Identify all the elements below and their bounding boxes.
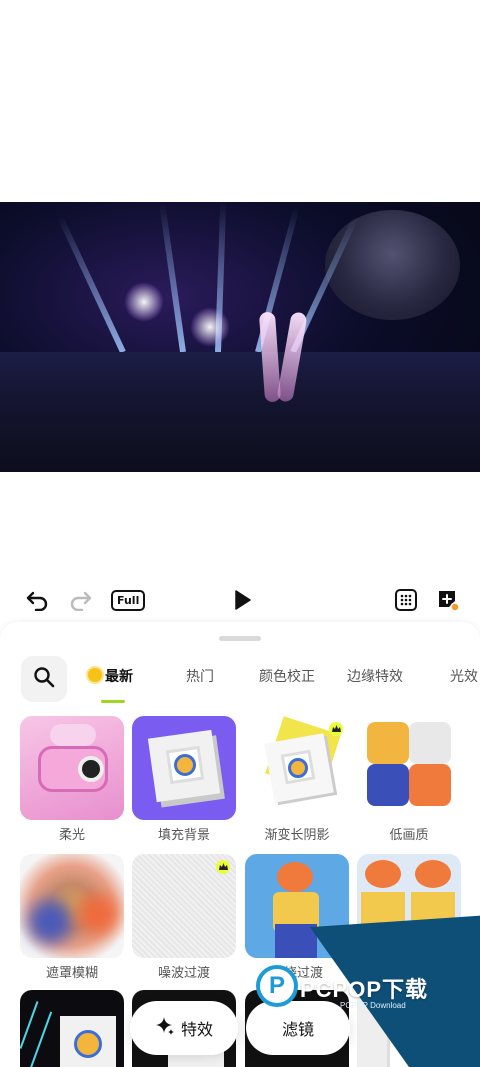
- light-glow: [124, 282, 164, 322]
- sparkle-icon: [155, 1016, 175, 1040]
- panel-drag-handle[interactable]: [219, 636, 261, 641]
- effect-thumbnail: [20, 854, 124, 958]
- filter-tab-button[interactable]: 滤镜: [246, 1001, 350, 1055]
- search-button[interactable]: [21, 656, 67, 702]
- light-beam: [159, 203, 186, 353]
- effect-thumbnail: [20, 990, 124, 1067]
- effect-label: 填充背景: [157, 828, 210, 843]
- tab-hot[interactable]: 热门: [186, 666, 214, 686]
- effects-panel: 最新 热门 颜色校正 边缘特效 光效 柔光 填充背景 渐变长阴影 低画质 遮罩模…: [0, 622, 480, 1067]
- effect-card[interactable]: 填充背景: [132, 716, 236, 843]
- effect-label: 噪波过渡: [157, 966, 210, 981]
- effect-thumbnail: [245, 854, 349, 958]
- effect-thumbnail: [357, 854, 461, 958]
- effect-label: 遮罩模糊: [45, 966, 98, 981]
- tab-edge-effects[interactable]: 边缘特效: [347, 666, 403, 686]
- tab-light-effects[interactable]: 光效: [450, 666, 478, 686]
- redo-icon[interactable]: [66, 588, 94, 612]
- effect-card[interactable]: [357, 990, 461, 1067]
- effects-tab-button[interactable]: 特效: [130, 1001, 238, 1055]
- effect-card[interactable]: 渐变长阴影: [245, 716, 349, 843]
- tab-latest-label: 最新: [105, 669, 133, 685]
- active-tab-indicator: [101, 700, 125, 703]
- light-glow: [190, 307, 230, 347]
- effects-tab-label: 特效: [180, 1020, 213, 1039]
- effect-thumbnail: [20, 716, 124, 820]
- filter-tab-label: 滤镜: [281, 1020, 314, 1039]
- effect-thumbnail: [132, 716, 236, 820]
- effect-label: 柔光: [58, 828, 85, 843]
- effect-thumbnail: [245, 716, 349, 820]
- undo-icon[interactable]: [24, 588, 52, 612]
- effect-card[interactable]: 低画质: [357, 716, 461, 843]
- crown-icon: [216, 860, 230, 874]
- video-preview-area: [0, 0, 480, 580]
- effect-label: 燃烧过渡: [270, 966, 323, 981]
- effect-card[interactable]: 燃烧过渡: [245, 854, 349, 981]
- sun-emoji-icon: [88, 668, 102, 682]
- editor-toolbar: Full: [0, 582, 480, 618]
- video-water: [0, 352, 480, 472]
- add-sticker-icon[interactable]: [434, 588, 462, 612]
- effect-label: 低画质: [389, 828, 429, 843]
- effect-card[interactable]: [357, 854, 461, 962]
- effect-card[interactable]: 噪波过渡: [132, 854, 236, 981]
- effect-label: 渐变长阴影: [264, 828, 330, 843]
- light-beam: [56, 214, 126, 354]
- effect-card[interactable]: [20, 990, 124, 1067]
- effect-card[interactable]: 柔光: [20, 716, 124, 843]
- crown-icon: [329, 722, 343, 736]
- effect-card[interactable]: 遮罩模糊: [20, 854, 124, 981]
- video-sphere-shape: [325, 210, 460, 320]
- play-icon[interactable]: [228, 588, 256, 612]
- tab-color-correction[interactable]: 颜色校正: [259, 666, 315, 686]
- full-screen-button[interactable]: Full: [111, 590, 146, 611]
- effect-thumbnail: [357, 990, 461, 1067]
- tab-latest[interactable]: 最新: [88, 666, 133, 686]
- video-frame[interactable]: [0, 202, 480, 472]
- grid-icon[interactable]: [392, 588, 420, 612]
- effect-thumbnail: [132, 854, 236, 958]
- search-icon: [33, 666, 55, 692]
- effect-thumbnail: [357, 716, 461, 820]
